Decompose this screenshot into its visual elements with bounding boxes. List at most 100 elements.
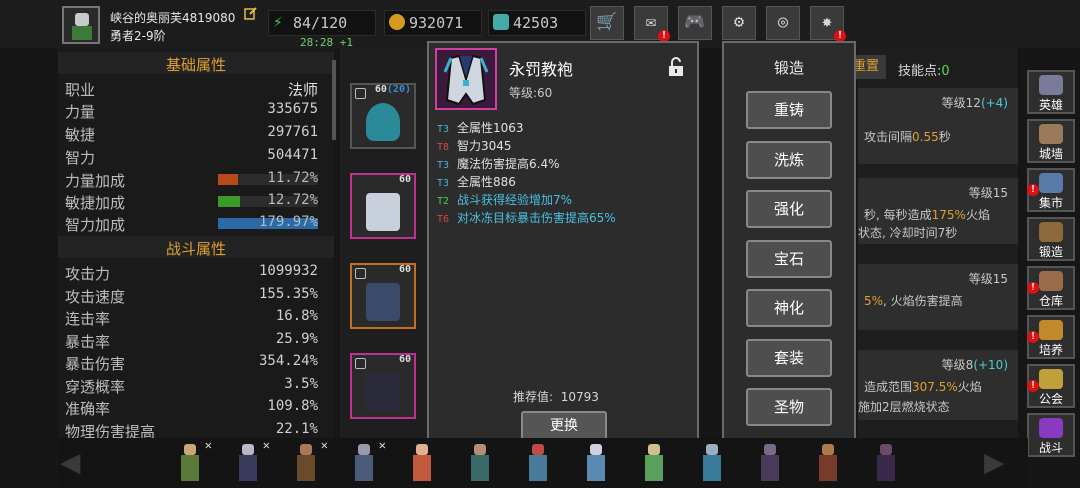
forge-button-1[interactable]: 洗炼 [746,140,832,179]
skill-card[interactable]: 等级8(+10) 造成范围307.5%火焰 施加2层燃烧状态 [858,350,1018,420]
hero-rogue[interactable] [756,442,784,484]
battle-portal-icon [1039,418,1063,438]
hero-helmet-icon [1039,75,1063,95]
nav-hero-helmet[interactable]: 英雄 [1027,70,1075,114]
skill-desc-part: 秒, 每秒造成 [864,208,932,222]
settings-button[interactable]: ⚙ [722,6,756,40]
nav-battle-portal[interactable]: 战斗 [1027,413,1075,457]
shop-button[interactable]: 🛒 [590,6,624,40]
hero-dancer[interactable] [408,442,436,484]
pants-icon [366,283,400,321]
affix-text: 智力3045 [457,139,512,153]
hero-demon[interactable] [524,442,552,484]
affix-tier: T6 [437,214,450,225]
equipment-level-value: 60 [398,354,411,365]
replace-button[interactable]: 更换 [521,411,607,441]
mail-button[interactable]: ✉! [634,6,670,42]
hero-head [532,444,544,455]
attr-label: 智力 [65,149,96,167]
prev-arrow-icon[interactable]: ◀ [60,444,96,480]
equipment-slot-pants[interactable]: 60 [350,263,416,329]
hero-warrior[interactable]: ✕ [292,438,328,484]
forge-button-4[interactable]: 神化 [746,289,832,327]
equipment-slot-crown[interactable]: 60(20) [350,83,416,149]
attr-value: 335675 [267,101,318,117]
nav-label: 城墙 [1038,147,1063,161]
hero-priestess[interactable] [582,442,610,484]
attribute-scrollbar[interactable] [332,60,336,140]
hero-shaman[interactable] [698,442,726,484]
skill-card[interactable]: 等级12(+4) 攻击间隔0.55秒 [858,88,1018,164]
battle-attr-label: 暴击伤害 [65,355,126,373]
skill-desc-highlight: 0.55 [912,130,939,144]
hero-archer[interactable]: ✕ [176,438,212,484]
battle-attr-value: 22.1% [275,420,318,437]
skill-card[interactable]: 等级15 5%, 火焰伤害提高 [858,264,1018,330]
crown-icon [366,103,400,141]
affix-text: 战斗获得经验增加7% [457,193,573,207]
castle-wall-icon [1039,124,1063,144]
forge-button-6[interactable]: 圣物 [746,388,832,426]
nav-market[interactable]: 集市! [1027,168,1075,212]
hero-head [242,444,254,455]
stamina-display[interactable]: ⚡ 84/120 [268,10,376,36]
recommend-score: 推荐值: 10793 [513,388,599,405]
battle-attr-label: 暴击率 [65,332,111,351]
nav-anvil[interactable]: 锻造 [1027,217,1075,261]
remove-icon[interactable]: ✕ [379,438,386,452]
attr-label: 力量 [65,103,96,121]
affix-text: 对冰冻目标暴击伤害提高65% [457,211,616,225]
edit-icon[interactable] [244,6,258,20]
forge-button-0[interactable]: 重铸 [746,91,832,129]
player-name: 峡谷的奥丽芙4819080 [110,11,236,25]
hero-berserker[interactable] [814,442,842,484]
forge-button-3[interactable]: 宝石 [746,239,832,278]
skill-card[interactable]: 等级15 秒, 每秒造成175%火焰 状态, 冷却时间7秒 [858,178,1018,244]
nav-label: 锻造 [1038,245,1063,259]
nav-warehouse[interactable]: 仓库! [1027,266,1075,310]
event-button[interactable]: ✸! [810,6,846,42]
recommend-label: 推荐值: [513,390,554,404]
forge-button-5[interactable]: 套装 [746,338,832,377]
hero-monk[interactable] [466,442,494,484]
equipment-slot-robe[interactable]: 60 [350,173,416,239]
hero-mage[interactable]: ✕ [234,438,270,484]
item-affix: T8 智力3045 [437,137,512,154]
alert-badge-icon: ! [1027,331,1039,343]
equipment-level-value: 60 [374,84,387,95]
forge-menu: 锻造 重铸 洗炼 强化 宝石 神化 套装 圣物 [722,41,856,447]
nav-cultivate[interactable]: 培养! [1027,315,1075,359]
gem-display[interactable]: 42503 [488,10,586,36]
unlock-icon[interactable] [667,57,685,77]
item-affix: T2 战斗获得经验增加7% [437,191,572,208]
gamepad-button[interactable]: 🎮 [678,6,712,40]
next-arrow-icon[interactable]: ▶ [984,444,1020,480]
gold-display[interactable]: 932071 [384,10,482,36]
nav-label: 战斗 [1038,441,1063,455]
lock-icon [355,268,366,279]
equipment-level: 60 [399,174,411,185]
nav-castle-wall[interactable]: 城墙 [1027,119,1075,163]
battle-attr-label: 攻击力 [65,265,111,283]
wheel-button[interactable]: ◎ [766,6,800,40]
bonus-label: 智力加成 [65,216,126,234]
equipment-level-value: 60 [398,264,411,275]
hero-assassin[interactable] [872,442,900,484]
hero-knight[interactable]: ✕ [350,438,386,484]
class-label: 职业 [65,81,96,99]
talent-points: 技能点:0 [898,60,950,79]
hero-elf[interactable] [640,442,668,484]
remove-icon[interactable]: ✕ [205,438,212,452]
affix-tier: T8 [437,142,450,153]
equipment-level-value: 60 [398,174,411,185]
remove-icon[interactable]: ✕ [321,438,328,452]
hero-body [529,455,547,481]
bonus-value: 179.97% [258,214,318,230]
nav-guild[interactable]: 公会! [1027,364,1075,408]
equipment-slot-boots[interactable]: 60 [350,353,416,419]
hero-body [181,455,199,481]
forge-button-2[interactable]: 强化 [746,190,832,228]
player-avatar[interactable] [62,6,100,44]
skill-level-bonus: (+4) [980,96,1008,110]
remove-icon[interactable]: ✕ [263,438,270,452]
